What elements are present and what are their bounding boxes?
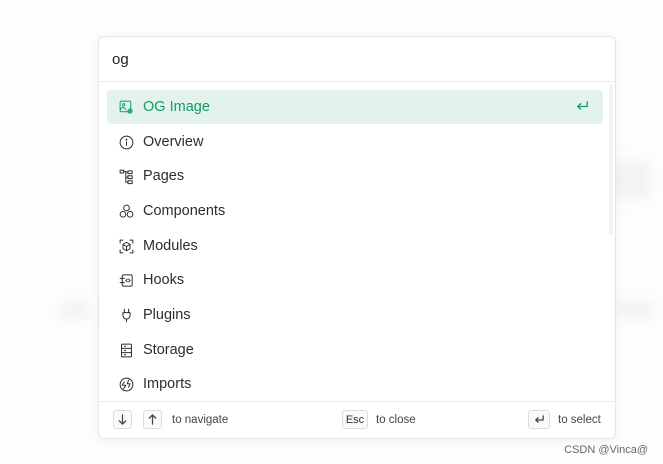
result-label: Modules [143, 238, 198, 254]
result-label: OG Image [143, 99, 210, 115]
result-item-overview[interactable]: Overview [107, 125, 603, 159]
watermark: CSDN @Vinca@ [564, 444, 648, 456]
esc-key: Esc [342, 410, 368, 429]
components-icon [117, 202, 135, 220]
search-input[interactable] [112, 47, 582, 71]
result-label: Storage [143, 342, 194, 358]
result-item-modules[interactable]: Modules [107, 229, 603, 263]
background-blur [60, 300, 90, 320]
navigate-hint: to navigate [172, 414, 229, 426]
arrow-up-key [143, 410, 162, 429]
result-label: Overview [143, 134, 204, 150]
result-item-plugins[interactable]: Plugins [107, 298, 603, 332]
page-background: OG Image Overview Pages [0, 0, 663, 464]
select-hint: to select [558, 414, 601, 426]
hooks-icon [117, 271, 135, 289]
result-label: Components [143, 203, 226, 219]
palette-footer: to navigate Esc to close to select [99, 401, 615, 438]
modules-cube-icon [117, 237, 135, 255]
arrow-down-icon [118, 414, 127, 425]
result-label: Imports [143, 376, 192, 392]
command-palette: OG Image Overview Pages [98, 36, 616, 439]
arrow-up-icon [148, 414, 157, 425]
enter-key [528, 410, 550, 429]
result-label: Hooks [143, 272, 185, 288]
pages-tree-icon [117, 167, 135, 185]
results-scrollbar[interactable] [609, 85, 613, 235]
result-label: Plugins [143, 307, 191, 323]
plug-icon [117, 306, 135, 324]
result-label: Pages [143, 168, 185, 184]
info-icon [117, 133, 135, 151]
results-list: OG Image Overview Pages Components Modul… [99, 82, 615, 400]
imports-icon [117, 375, 135, 393]
result-item-og-image[interactable]: OG Image [107, 90, 603, 124]
result-item-hooks[interactable]: Hooks [107, 263, 603, 297]
og-image-icon [117, 98, 135, 116]
background-blur [615, 300, 655, 320]
result-item-imports[interactable]: Imports [107, 367, 603, 400]
result-item-pages[interactable]: Pages [107, 159, 603, 193]
close-hint: to close [376, 414, 416, 426]
arrow-down-key [113, 410, 132, 429]
result-item-components[interactable]: Components [107, 194, 603, 228]
storage-icon [117, 341, 135, 359]
search-row [99, 37, 615, 82]
result-item-storage[interactable]: Storage [107, 333, 603, 367]
enter-icon [534, 415, 544, 423]
enter-key-icon [575, 99, 591, 115]
